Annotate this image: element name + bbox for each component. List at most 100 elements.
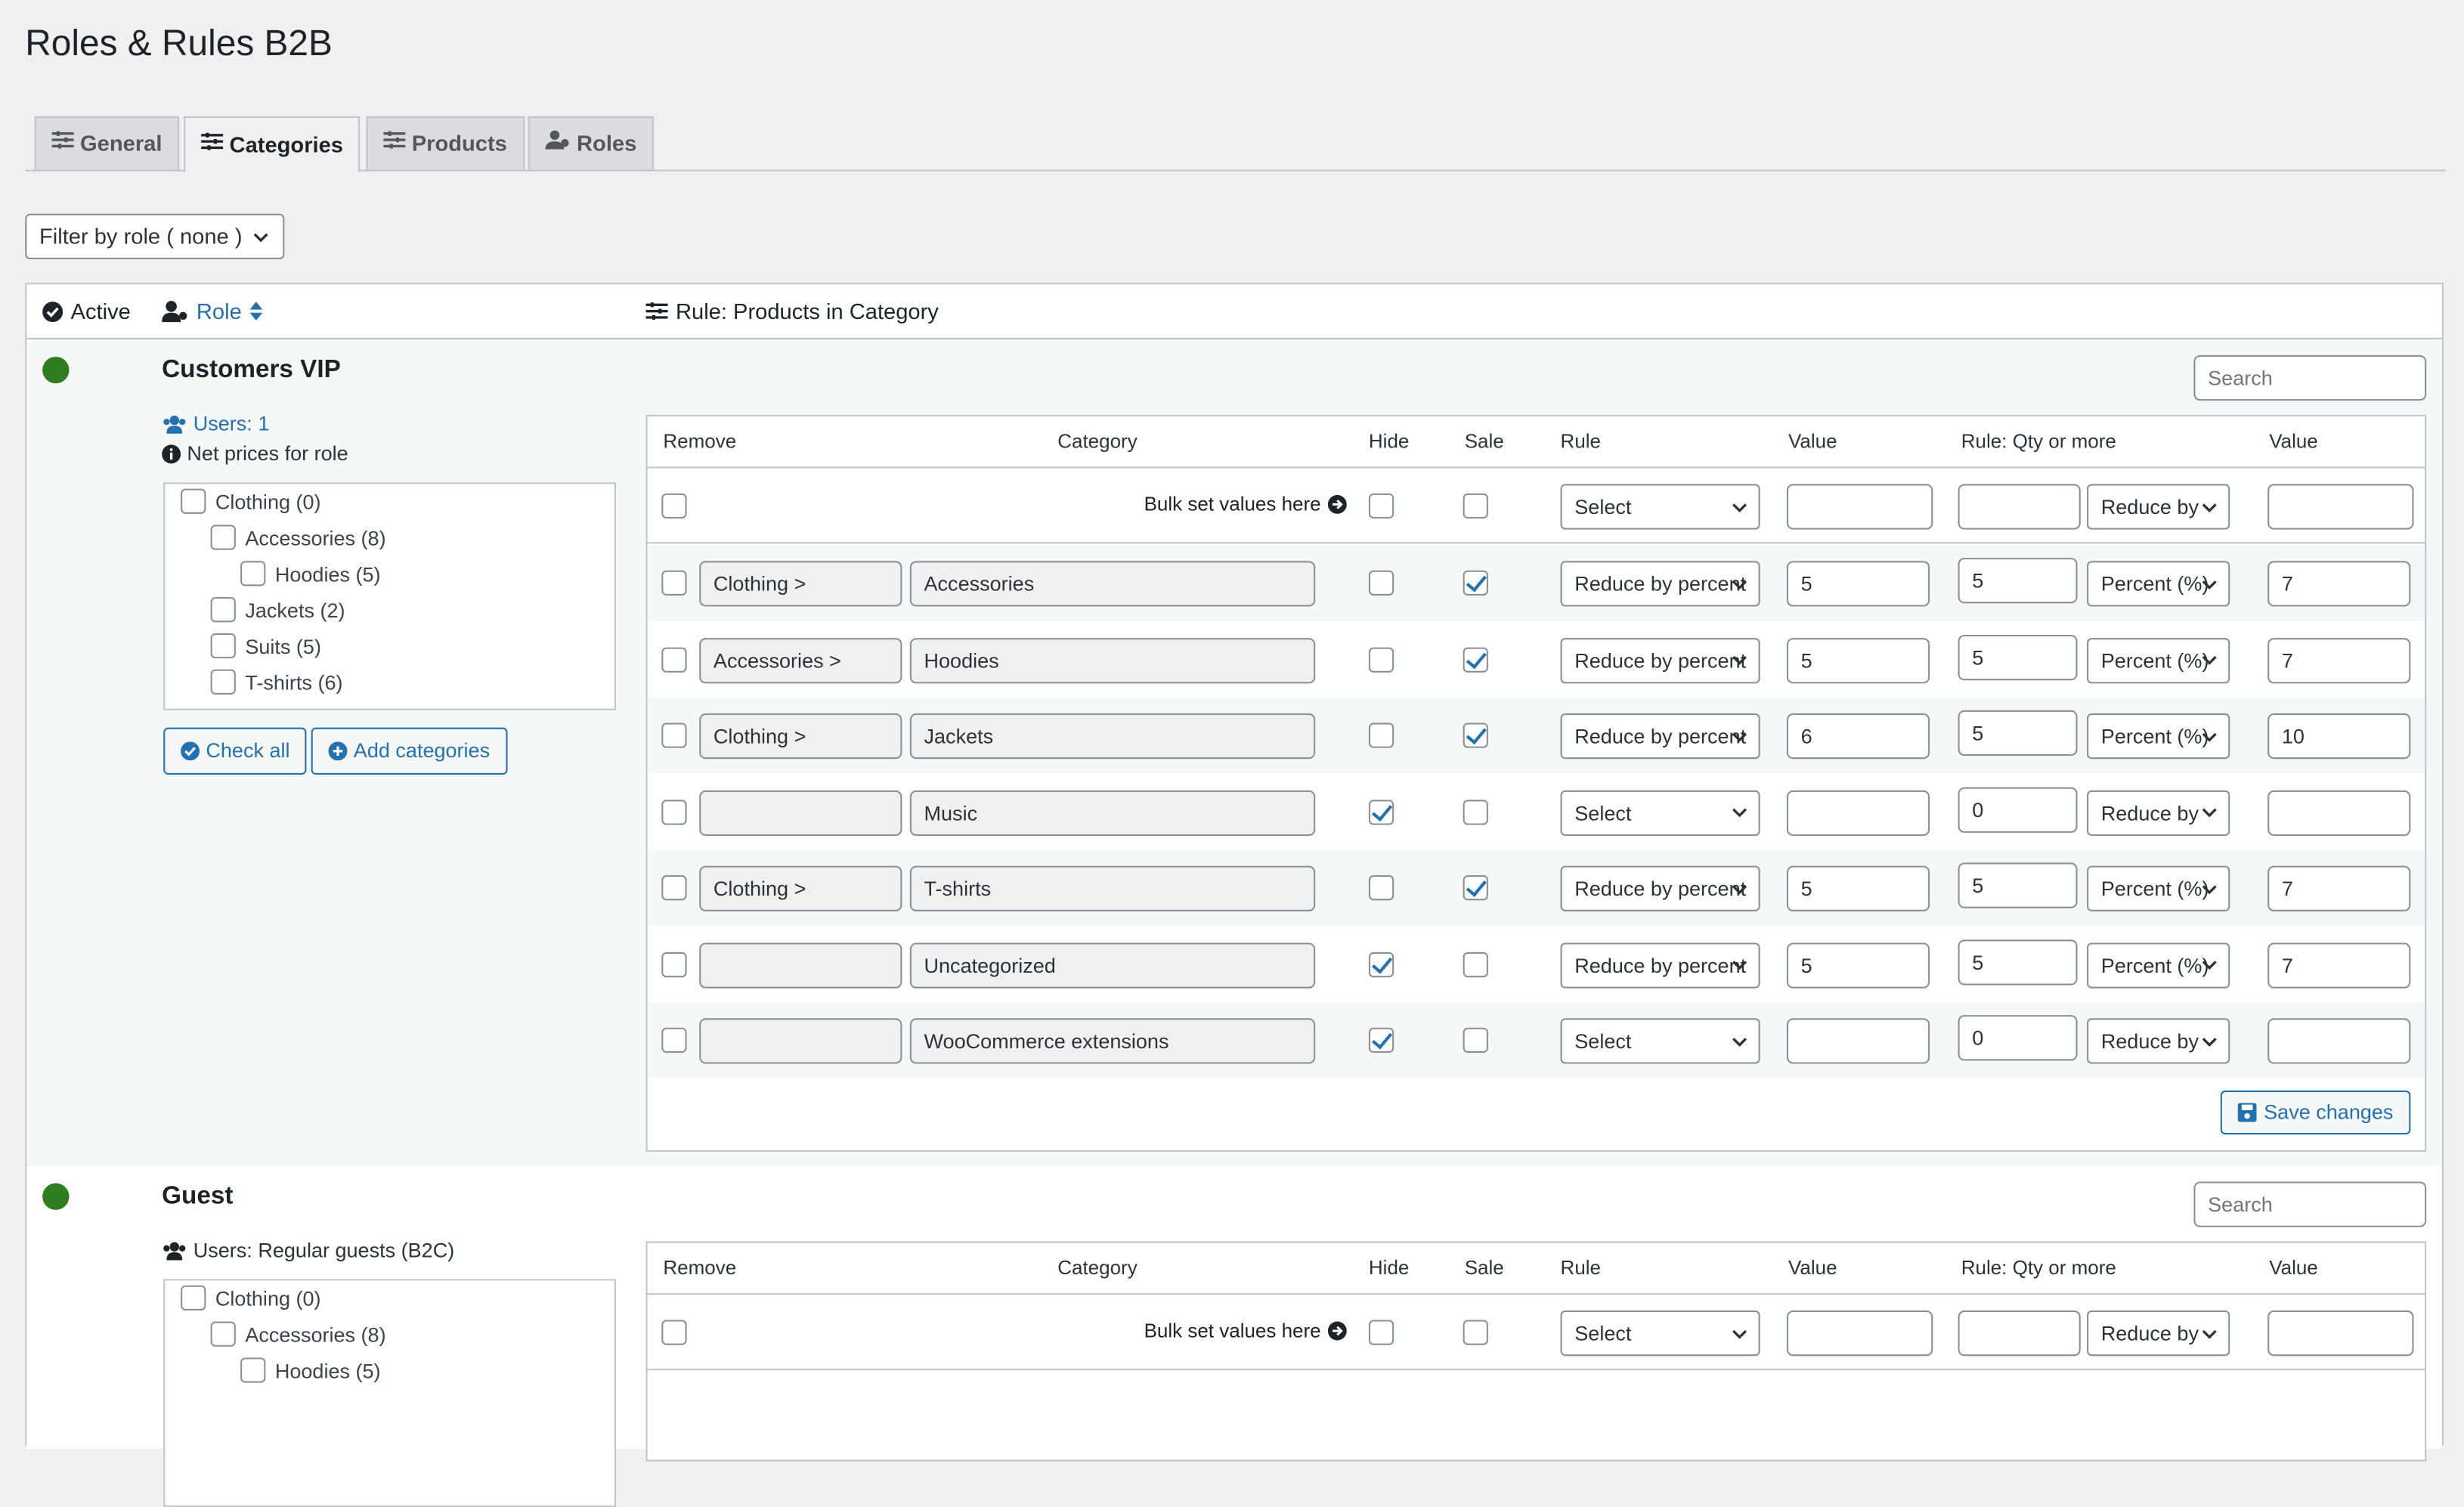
bulk-qty-rule-select[interactable]: Reduce by xyxy=(2087,1310,2230,1357)
qty-rule-select[interactable]: Percent (%) xyxy=(2087,637,2230,683)
sale-checkbox[interactable] xyxy=(1463,951,1488,977)
active-status-dot[interactable] xyxy=(42,356,70,384)
bulk-qty-input[interactable] xyxy=(1958,484,2081,530)
bulk-qty-input[interactable] xyxy=(1958,1310,2081,1357)
bulk-value2-input[interactable] xyxy=(2267,1310,2414,1357)
tab-roles[interactable]: Roles xyxy=(528,116,655,172)
rule-select[interactable]: Reduce by percent xyxy=(1560,942,1760,988)
category-checkbox[interactable] xyxy=(210,597,236,623)
search-input[interactable] xyxy=(2193,354,2427,401)
category-checkbox[interactable] xyxy=(210,633,236,659)
bulk-value2-input[interactable] xyxy=(2267,484,2414,530)
qty-input[interactable]: 5 xyxy=(1958,939,2078,985)
hide-checkbox[interactable] xyxy=(1368,570,1395,596)
tab-products[interactable]: Products xyxy=(366,116,525,172)
tab-general[interactable]: General xyxy=(34,116,180,172)
value-input[interactable] xyxy=(1786,789,1930,836)
rule-select[interactable]: Reduce by percent xyxy=(1560,865,1760,911)
value2-input[interactable] xyxy=(2267,789,2411,836)
qty-input[interactable]: 5 xyxy=(1958,633,2078,680)
bulk-remove-checkbox[interactable] xyxy=(661,1320,687,1345)
tree-item[interactable]: T-shirts (6) xyxy=(210,669,343,695)
qty-input[interactable]: 0 xyxy=(1958,1015,2078,1061)
bulk-value-input[interactable] xyxy=(1786,1310,1933,1357)
value-input[interactable]: 5 xyxy=(1786,637,1930,683)
check-all-button[interactable]: Check all xyxy=(163,727,308,775)
bulk-remove-checkbox[interactable] xyxy=(661,493,687,519)
qty-input[interactable]: 5 xyxy=(1958,558,2078,604)
qty-rule-select[interactable]: Percent (%) xyxy=(2087,561,2230,607)
users-count[interactable]: Users: 1 xyxy=(193,412,270,435)
bulk-hide-checkbox[interactable] xyxy=(1368,493,1395,519)
value-input[interactable]: 5 xyxy=(1786,561,1930,607)
sale-checkbox[interactable] xyxy=(1463,1027,1488,1053)
remove-checkbox[interactable] xyxy=(661,646,687,672)
qty-rule-select[interactable]: Percent (%) xyxy=(2087,713,2230,760)
tree-item[interactable]: Hoodies (5) xyxy=(240,561,381,586)
remove-checkbox[interactable] xyxy=(661,570,687,596)
hide-checkbox[interactable] xyxy=(1368,951,1395,977)
tree-item[interactable]: Clothing (0) xyxy=(181,1285,321,1311)
tree-item[interactable]: Accessories (8) xyxy=(210,1321,386,1347)
bulk-qty-rule-select[interactable]: Reduce by xyxy=(2087,484,2230,530)
rule-select[interactable]: Select xyxy=(1560,1018,1760,1064)
hide-checkbox[interactable] xyxy=(1368,723,1395,748)
bulk-rule-select[interactable]: Select xyxy=(1560,1310,1760,1357)
sale-checkbox[interactable] xyxy=(1463,723,1488,748)
category-checkbox[interactable] xyxy=(181,488,206,514)
remove-checkbox[interactable] xyxy=(661,1027,687,1053)
value2-input[interactable]: 10 xyxy=(2267,713,2411,760)
category-checkbox[interactable] xyxy=(240,1357,266,1383)
tab-categories[interactable]: Categories xyxy=(184,116,361,173)
bulk-hide-checkbox[interactable] xyxy=(1368,1320,1395,1345)
value-input[interactable]: 5 xyxy=(1786,942,1930,988)
value-input[interactable]: 6 xyxy=(1786,713,1930,760)
filter-by-role-select[interactable]: Filter by role ( none ) xyxy=(25,213,285,260)
sale-checkbox[interactable] xyxy=(1463,875,1488,901)
category-checkbox[interactable] xyxy=(240,561,266,586)
users-link[interactable]: Users: 1 xyxy=(162,412,269,435)
tree-item[interactable]: Clothing (0) xyxy=(181,488,321,514)
value-input[interactable]: 5 xyxy=(1786,865,1930,911)
sale-checkbox[interactable] xyxy=(1463,570,1488,596)
category-checkbox[interactable] xyxy=(181,1285,206,1311)
value2-input[interactable]: 7 xyxy=(2267,942,2411,988)
hide-checkbox[interactable] xyxy=(1368,799,1395,825)
bulk-sale-checkbox[interactable] xyxy=(1463,1320,1488,1345)
qty-rule-select[interactable]: Percent (%) xyxy=(2087,865,2230,911)
rule-select[interactable]: Reduce by percent xyxy=(1560,637,1760,683)
sale-checkbox[interactable] xyxy=(1463,799,1488,825)
rule-select[interactable]: Select xyxy=(1560,789,1760,836)
tree-item[interactable]: Jackets (2) xyxy=(210,597,345,623)
value2-input[interactable]: 7 xyxy=(2267,865,2411,911)
category-checkbox[interactable] xyxy=(210,669,236,695)
qty-rule-select[interactable]: Reduce by xyxy=(2087,789,2230,836)
qty-input[interactable]: 5 xyxy=(1958,710,2078,757)
save-changes-button[interactable]: Save changes xyxy=(2219,1090,2411,1135)
hide-checkbox[interactable] xyxy=(1368,1027,1395,1053)
search-input[interactable] xyxy=(2193,1181,2427,1227)
qty-input[interactable]: 0 xyxy=(1958,786,2078,832)
rule-select[interactable]: Reduce by percent xyxy=(1560,561,1760,607)
qty-rule-select[interactable]: Reduce by xyxy=(2087,1018,2230,1064)
value-input[interactable] xyxy=(1786,1018,1930,1064)
add-categories-button[interactable]: Add categories xyxy=(311,727,507,775)
role-sort-link[interactable]: Role xyxy=(197,299,242,323)
active-status-dot[interactable] xyxy=(42,1183,70,1210)
value2-input[interactable]: 7 xyxy=(2267,637,2411,683)
remove-checkbox[interactable] xyxy=(661,951,687,977)
tree-item[interactable]: Accessories (8) xyxy=(210,525,386,550)
bulk-value-input[interactable] xyxy=(1786,484,1933,530)
rule-select[interactable]: Reduce by percent xyxy=(1560,713,1760,760)
bulk-sale-checkbox[interactable] xyxy=(1463,493,1488,519)
value2-input[interactable]: 7 xyxy=(2267,561,2411,607)
header-role[interactable]: Role xyxy=(162,299,262,323)
hide-checkbox[interactable] xyxy=(1368,646,1395,672)
bulk-rule-select[interactable]: Select xyxy=(1560,484,1760,530)
qty-rule-select[interactable]: Percent (%) xyxy=(2087,942,2230,988)
hide-checkbox[interactable] xyxy=(1368,875,1395,901)
value2-input[interactable] xyxy=(2267,1018,2411,1064)
category-checkbox[interactable] xyxy=(210,1321,236,1347)
tree-item[interactable]: Hoodies (5) xyxy=(240,1357,381,1383)
qty-input[interactable]: 5 xyxy=(1958,862,2078,908)
